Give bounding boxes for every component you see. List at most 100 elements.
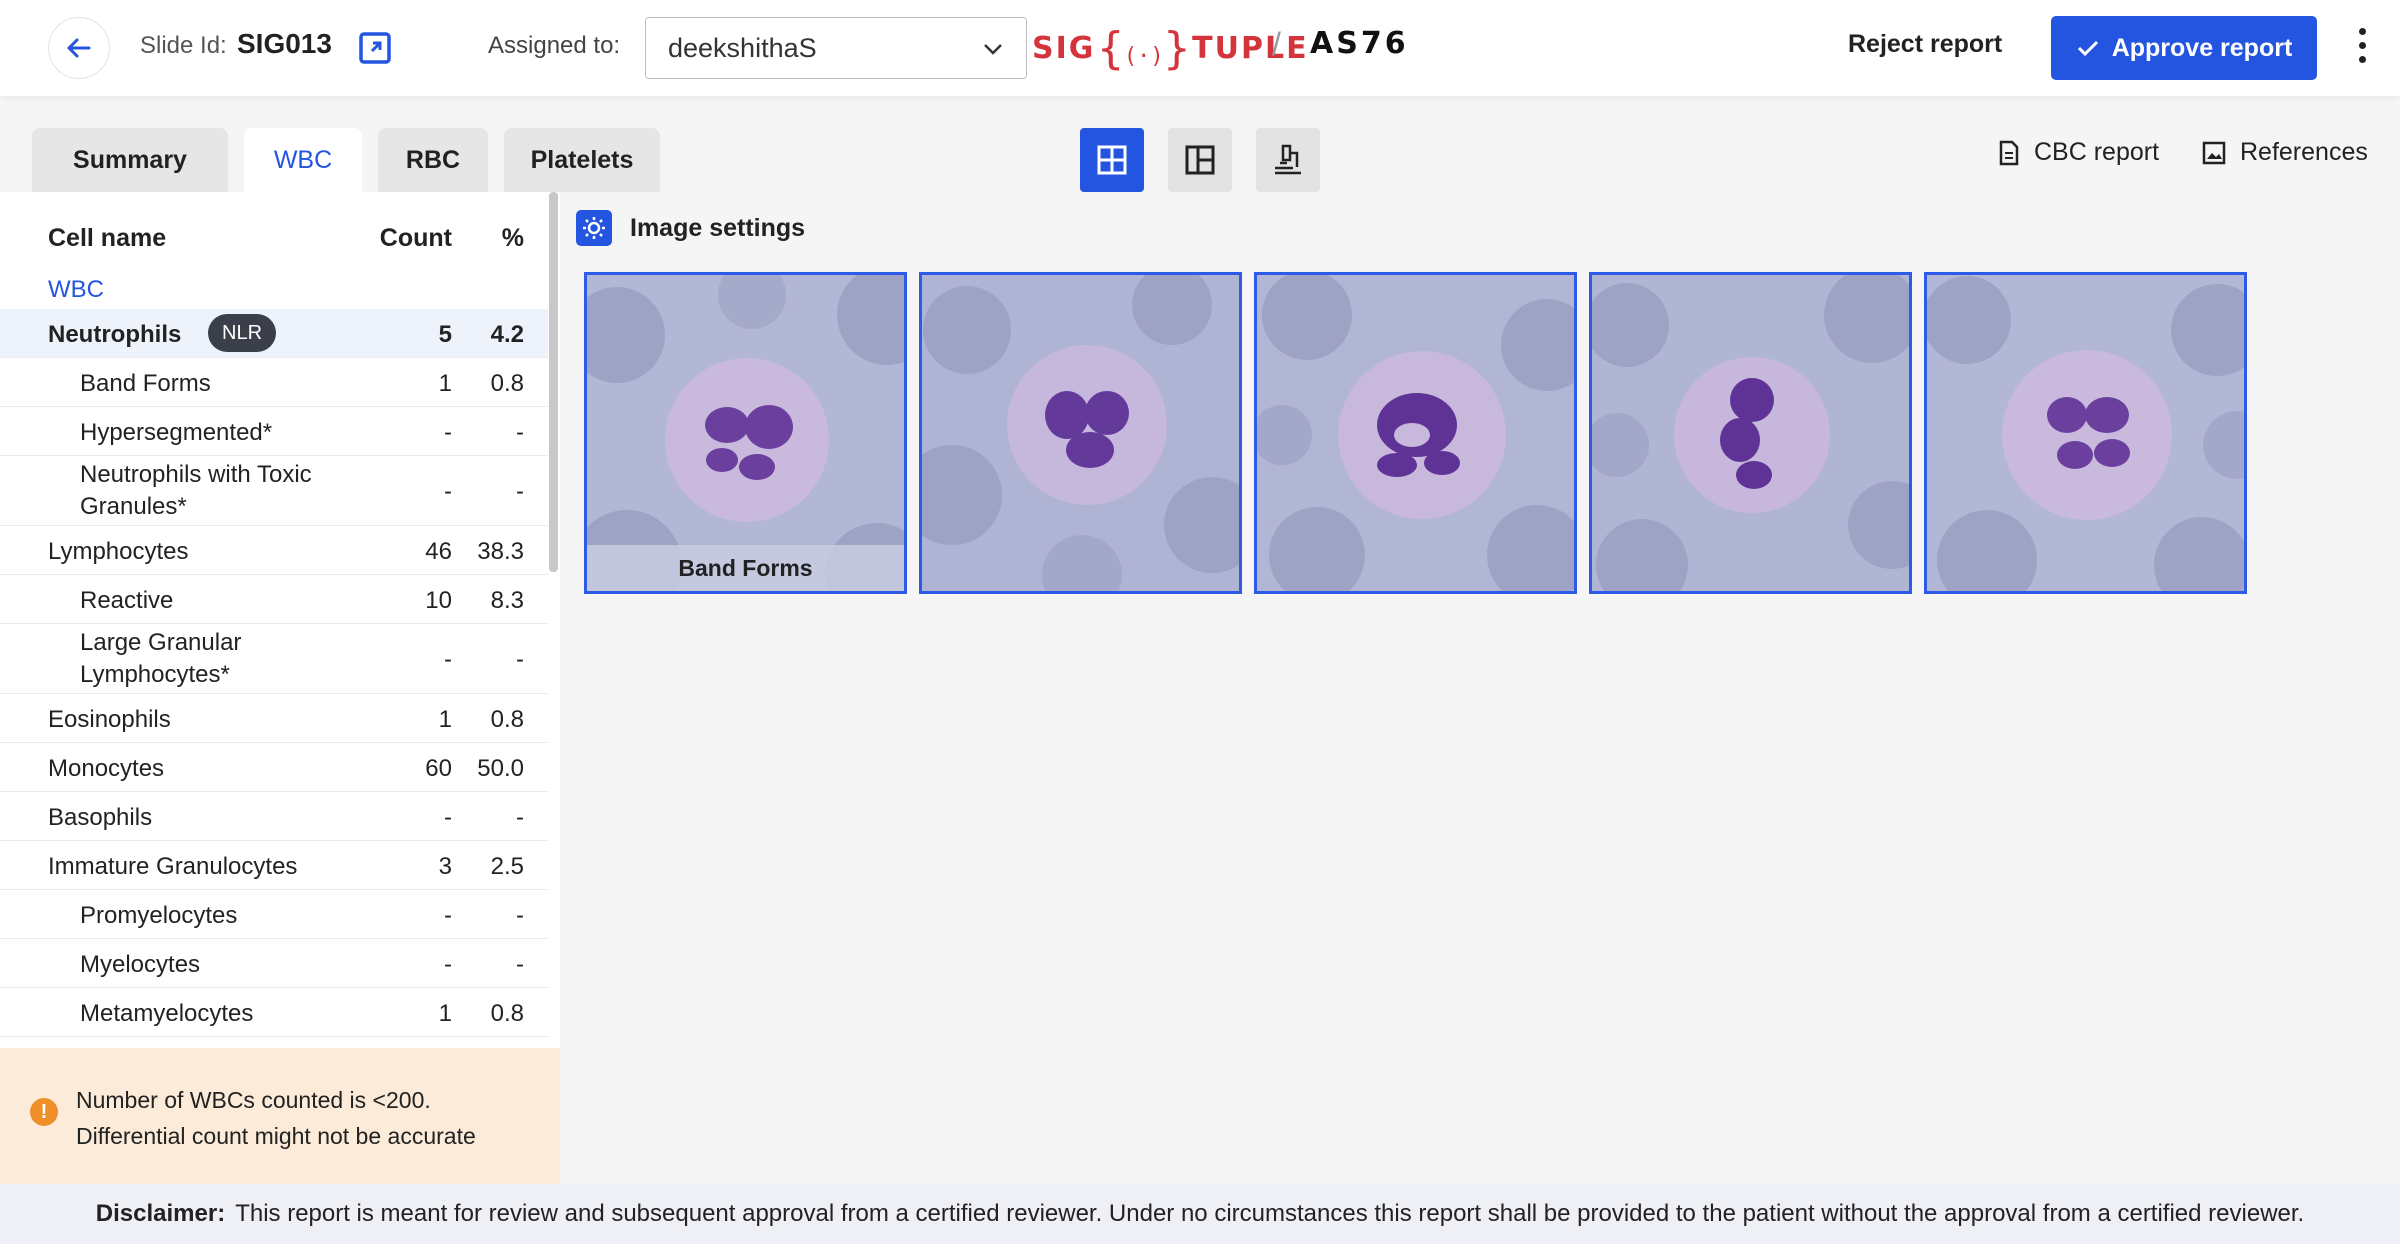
- logo-text-mid: (·): [1123, 43, 1164, 69]
- check-icon: [2077, 40, 2098, 57]
- row-count: -: [444, 646, 452, 673]
- reject-report-button[interactable]: Reject report: [1848, 30, 2002, 59]
- row-count: 10: [425, 587, 452, 614]
- row-name: Promyelocytes: [80, 902, 238, 929]
- nlr-badge[interactable]: NLR: [208, 314, 277, 352]
- row-percent: 8.3: [490, 587, 524, 614]
- grid-view-icon: [1097, 145, 1127, 175]
- row-percent: -: [516, 646, 524, 673]
- header-cell-name: Cell name: [48, 224, 167, 252]
- table-row[interactable]: Immature Granulocytes 3 2.5: [0, 841, 548, 890]
- document-icon: [1999, 140, 2019, 165]
- open-slide-icon[interactable]: [358, 31, 392, 65]
- arrow-left-icon: [67, 38, 91, 58]
- report-tabs: Summary WBC RBC Platelets: [32, 128, 660, 192]
- brightness-icon: [576, 210, 612, 246]
- logo-text-right: TUPLE: [1192, 30, 1309, 66]
- disclaimer-bar: Disclaimer: This report is meant for rev…: [0, 1184, 2400, 1244]
- row-name: Hypersegmented*: [80, 419, 273, 446]
- row-name: Metamyelocytes: [80, 1000, 254, 1027]
- row-percent: 0.8: [490, 370, 524, 397]
- cell-count-rows: Neutrophils NLR 5 4.2 Band Forms 1 0.8 H…: [0, 309, 548, 1037]
- row-count: 46: [425, 538, 452, 565]
- microscope-view-button[interactable]: [1256, 128, 1320, 192]
- tab-wbc[interactable]: WBC: [244, 128, 362, 192]
- table-row[interactable]: Neutrophils with Toxic Granules* - -: [0, 456, 548, 526]
- table-scrollbar[interactable]: [549, 192, 558, 572]
- table-row[interactable]: Band Forms 1 0.8: [0, 358, 548, 407]
- warning-icon: !: [30, 1098, 58, 1126]
- cell-thumbnail[interactable]: Band Forms: [584, 272, 907, 594]
- row-percent: 0.8: [490, 1000, 524, 1027]
- row-count: -: [444, 419, 452, 446]
- references-link[interactable]: References: [2202, 138, 2368, 167]
- row-count: 60: [425, 755, 452, 782]
- table-row[interactable]: Hypersegmented* - -: [0, 407, 548, 456]
- row-name: Myelocytes: [80, 951, 201, 978]
- split-view-icon: [1185, 145, 1215, 175]
- header-count: Count: [379, 224, 452, 252]
- row-name: Reactive: [80, 587, 174, 614]
- table-row[interactable]: Promyelocytes - -: [0, 890, 548, 939]
- cbc-report-link[interactable]: CBC report: [1998, 138, 2159, 167]
- row-count: 5: [438, 321, 452, 348]
- table-row-neutrophils[interactable]: Neutrophils NLR 5 4.2: [0, 309, 548, 358]
- table-row[interactable]: Monocytes 60 50.0: [0, 743, 548, 792]
- approve-report-button[interactable]: Approve report: [2051, 16, 2317, 80]
- row-count: 1: [438, 1000, 452, 1027]
- sigtuple-logo: SIG {(·)} TUPLE: [1032, 20, 1309, 76]
- tab-platelets[interactable]: Platelets: [504, 128, 660, 192]
- image-settings-label: Image settings: [630, 213, 806, 242]
- cbc-report-label: CBC report: [2034, 138, 2160, 166]
- row-percent: 50.0: [477, 755, 524, 782]
- row-count: 1: [438, 370, 452, 397]
- row-count: -: [444, 902, 452, 929]
- row-percent: 4.2: [490, 321, 524, 348]
- slide-id-value: SIG013: [237, 28, 332, 59]
- more-options-icon[interactable]: [2354, 28, 2370, 68]
- cell-image: [1592, 275, 1909, 591]
- assignee-value: deekshithaS: [668, 32, 817, 63]
- tab-rbc[interactable]: RBC: [378, 128, 488, 192]
- row-percent: -: [516, 902, 524, 929]
- row-count: 1: [438, 706, 452, 733]
- logo-brace: {(·)}: [1097, 22, 1191, 74]
- grid-view-button[interactable]: [1080, 128, 1144, 192]
- table-header: Cell name Count %: [0, 216, 548, 256]
- cell-thumbnail[interactable]: [1924, 272, 2247, 594]
- microscope-icon: [1275, 144, 1301, 175]
- cell-thumbnail[interactable]: [919, 272, 1242, 594]
- logo-separator: /: [1272, 26, 1281, 62]
- tab-summary[interactable]: Summary: [32, 128, 228, 192]
- table-row[interactable]: Reactive 10 8.3: [0, 575, 548, 624]
- image-settings-button[interactable]: Image settings: [576, 210, 805, 246]
- table-row[interactable]: Lymphocytes 46 38.3: [0, 526, 548, 575]
- chevron-down-icon: [984, 44, 1002, 55]
- top-bar: Slide Id: SIG013 Assigned to: deekshitha…: [0, 0, 2400, 96]
- row-name: Neutrophils: [48, 321, 182, 348]
- cell-image: [922, 275, 1239, 591]
- row-percent: -: [516, 804, 524, 831]
- table-row[interactable]: Myelocytes - -: [0, 939, 548, 988]
- references-label: References: [2240, 138, 2368, 166]
- row-name: Immature Granulocytes: [48, 853, 298, 880]
- row-percent: 2.5: [490, 853, 524, 880]
- slide-id-label: Slide Id:: [140, 32, 227, 59]
- table-row[interactable]: Eosinophils 1 0.8: [0, 694, 548, 743]
- split-view-button[interactable]: [1168, 128, 1232, 192]
- cell-thumbnail[interactable]: [1589, 272, 1912, 594]
- image-icon: [2202, 141, 2226, 164]
- cell-thumbnail[interactable]: [1254, 272, 1577, 594]
- row-count: -: [444, 951, 452, 978]
- row-name: Large Granular Lymphocytes*: [80, 629, 242, 688]
- row-percent: 38.3: [477, 538, 524, 565]
- table-row[interactable]: Large Granular Lymphocytes* - -: [0, 624, 548, 694]
- low-count-warning: ! Number of WBCs counted is <200. Differ…: [0, 1048, 560, 1184]
- table-row[interactable]: Basophils - -: [0, 792, 548, 841]
- assignee-dropdown[interactable]: deekshithaS: [645, 17, 1027, 79]
- cell-image-gallery: Band Forms: [584, 272, 2247, 594]
- header-percent: %: [501, 224, 524, 252]
- back-button[interactable]: [48, 17, 110, 79]
- cell-count-panel: Cell name Count % WBC Neutrophils NLR 5 …: [0, 192, 560, 1184]
- table-row[interactable]: Metamyelocytes 1 0.8: [0, 988, 548, 1037]
